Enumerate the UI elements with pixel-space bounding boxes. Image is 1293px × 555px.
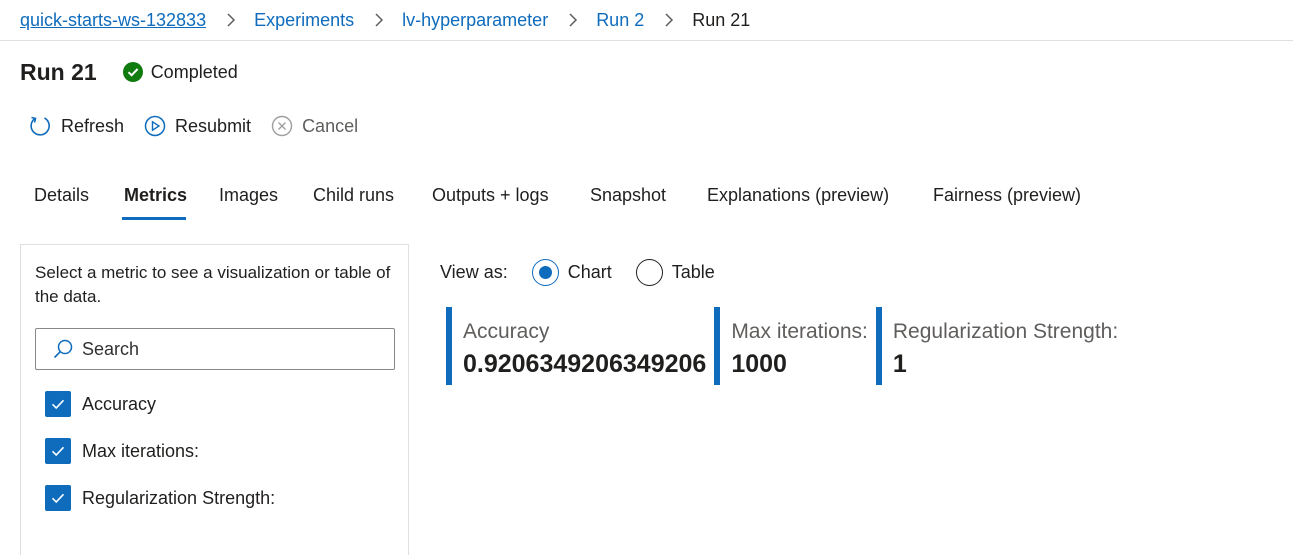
radio-button[interactable] xyxy=(635,258,663,286)
metric-selector-panel: Select a metric to see a visualization o… xyxy=(20,244,409,555)
radio-label-chart: Chart xyxy=(567,261,612,282)
check-circle-icon xyxy=(122,62,143,82)
radio-chart[interactable]: Chart xyxy=(531,258,612,286)
refresh-label: Refresh xyxy=(61,115,125,136)
status-text: Completed xyxy=(150,61,238,82)
metric-card-label: Regularization Strength: xyxy=(892,320,1119,343)
radio-table[interactable]: Table xyxy=(635,258,715,286)
toolbar: Refresh Resubmit Cancel xyxy=(28,110,378,142)
checkbox-checked[interactable] xyxy=(45,485,71,511)
panel-description: Select a metric to see a visualization o… xyxy=(35,263,391,306)
tab-fairness[interactable]: Fairness (preview) xyxy=(933,176,1081,222)
search-icon xyxy=(53,339,73,359)
tab-images[interactable]: Images xyxy=(219,176,278,222)
chevron-right-icon xyxy=(664,12,674,28)
metric-card-label: Accuracy xyxy=(463,320,550,343)
tab-explanations[interactable]: Explanations (preview) xyxy=(707,176,889,222)
cancel-label: Cancel xyxy=(302,115,359,136)
metric-checkbox-regularization-strength[interactable]: Regularization Strength: xyxy=(45,485,275,511)
chevron-right-icon xyxy=(374,12,384,28)
breadcrumb-parent-run-link[interactable]: Run 2 xyxy=(596,10,644,31)
metric-checkbox-accuracy[interactable]: Accuracy xyxy=(45,391,156,417)
play-circle-icon xyxy=(144,115,166,137)
tab-snapshot[interactable]: Snapshot xyxy=(590,176,666,222)
checkmark-icon xyxy=(51,493,65,504)
tab-child-runs[interactable]: Child runs xyxy=(313,176,394,222)
checkbox-checked[interactable] xyxy=(45,391,71,417)
metric-label: Regularization Strength: xyxy=(82,487,276,508)
checkmark-icon xyxy=(51,446,65,457)
status-badge: Completed xyxy=(122,61,238,83)
checkbox-checked[interactable] xyxy=(45,438,71,464)
metric-card-accuracy: Accuracy 0.9206349206349206 xyxy=(446,307,714,385)
checkmark-icon xyxy=(51,399,65,410)
cancel-button[interactable]: Cancel xyxy=(271,115,358,137)
page-title: Run 21 xyxy=(20,58,97,85)
search-box[interactable] xyxy=(35,328,395,370)
metric-card-label: Max iterations: xyxy=(731,320,868,343)
cancel-circle-icon xyxy=(271,115,293,137)
active-tab-indicator xyxy=(122,217,186,220)
metric-card-max-iterations: Max iterations: 1000 xyxy=(714,307,876,385)
breadcrumb-workspace-link[interactable]: quick-starts-ws-132833 xyxy=(20,10,206,31)
breadcrumb-experiment-link[interactable]: lv-hyperparameter xyxy=(402,10,548,31)
radio-button-selected[interactable] xyxy=(531,258,559,286)
radio-label-table: Table xyxy=(671,261,715,282)
metric-label: Max iterations: xyxy=(82,440,200,461)
resubmit-label: Resubmit xyxy=(175,115,252,136)
resubmit-button[interactable]: Resubmit xyxy=(144,115,251,137)
metric-card-regularization-strength: Regularization Strength: 1 xyxy=(875,307,1126,385)
breadcrumb-current: Run 21 xyxy=(692,9,751,30)
metric-card-value: 1000 xyxy=(731,350,787,378)
tab-bar: Details Metrics Images Child runs Output… xyxy=(0,176,1293,224)
metric-label: Accuracy xyxy=(82,393,157,414)
metric-cards: Accuracy 0.9206349206349206 Max iteratio… xyxy=(446,307,1126,385)
chevron-right-icon xyxy=(226,12,236,28)
metric-card-value: 0.9206349206349206 xyxy=(463,350,707,378)
tab-outputs-logs[interactable]: Outputs + logs xyxy=(432,176,549,222)
view-as-label: View as: xyxy=(440,261,508,282)
refresh-icon xyxy=(30,116,50,136)
tab-details[interactable]: Details xyxy=(34,176,89,222)
refresh-button[interactable]: Refresh xyxy=(28,114,124,138)
chevron-right-icon xyxy=(568,12,578,28)
breadcrumb-experiments-link[interactable]: Experiments xyxy=(254,10,354,31)
tab-metrics[interactable]: Metrics xyxy=(124,176,187,222)
run-header: Run 21 Completed xyxy=(20,56,238,88)
breadcrumb: quick-starts-ws-132833 Experiments lv-hy… xyxy=(0,0,1293,41)
metric-card-value: 1 xyxy=(892,350,907,378)
search-input[interactable] xyxy=(82,338,382,360)
radio-dot xyxy=(538,265,552,279)
view-as-group: View as: Chart Table xyxy=(440,258,739,286)
metric-checkbox-max-iterations[interactable]: Max iterations: xyxy=(45,438,199,464)
